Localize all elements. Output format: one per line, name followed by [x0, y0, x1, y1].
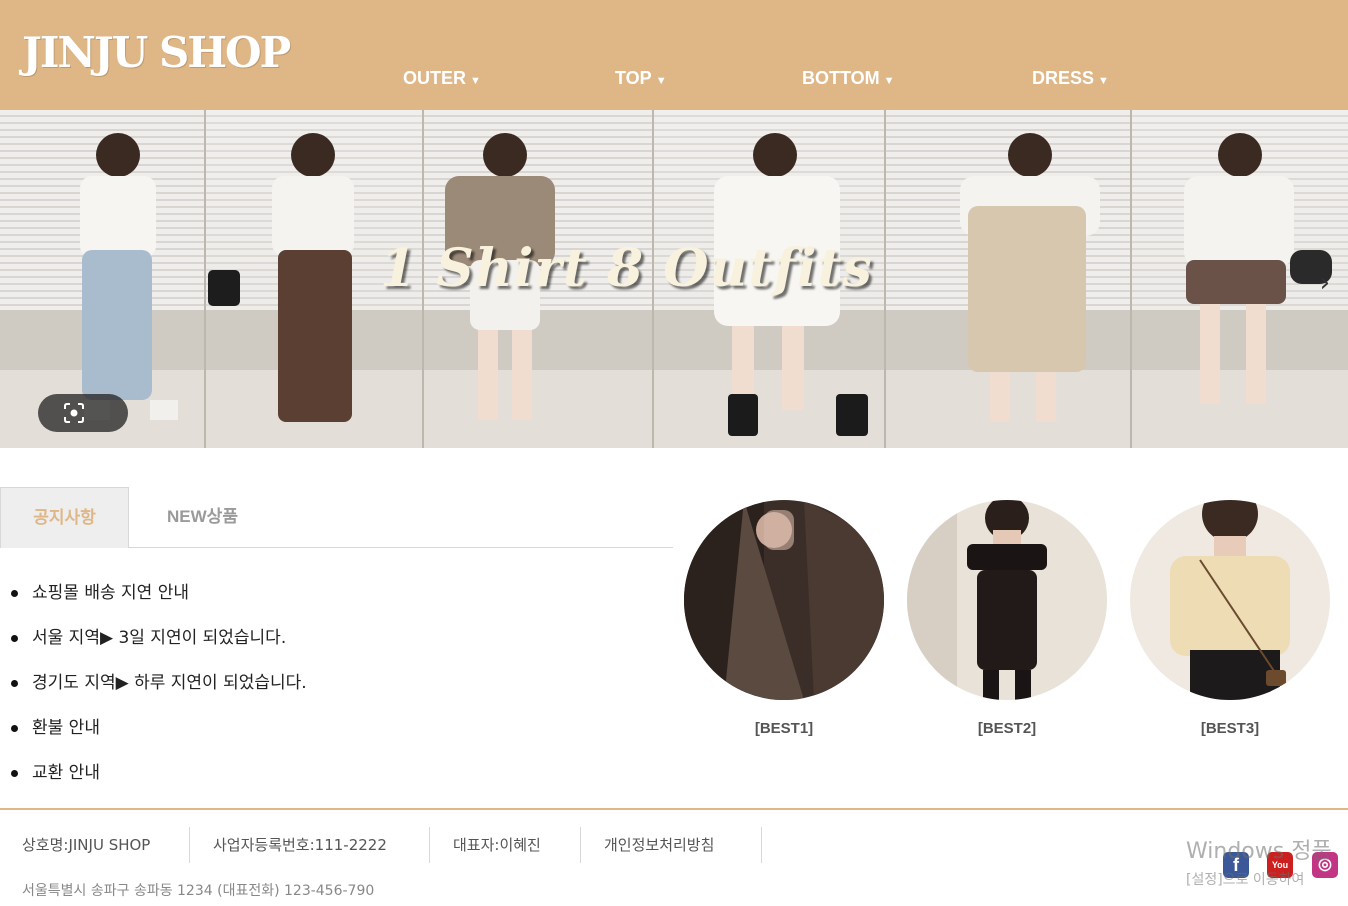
next-slide-button[interactable]: › — [1320, 268, 1330, 298]
notice-item[interactable]: 경기도 지역▶ 하루 지연이 되었습니다. — [0, 665, 307, 710]
facebook-icon[interactable]: f — [1223, 852, 1249, 878]
notice-item[interactable]: 서울 지역▶ 3일 지연이 되었습니다. — [0, 620, 307, 665]
best-product-3[interactable]: [BEST3] — [1130, 500, 1330, 737]
notice-item[interactable]: 교환 안내 — [0, 755, 307, 800]
footer-ceo: 대표자:이혜진 — [453, 836, 541, 854]
instagram-icon[interactable]: ◎ — [1312, 852, 1338, 878]
footer-divider — [580, 827, 581, 863]
footer-privacy-link[interactable]: 개인정보처리방침 — [604, 827, 714, 863]
notice-list: 쇼핑몰 배송 지연 안내 서울 지역▶ 3일 지연이 되었습니다. 경기도 지역… — [0, 575, 307, 800]
notice-tabs: 공지사항 NEW상품 — [0, 487, 673, 548]
site-header: JINJU SHOP OUTER ▼ TOP ▼ BOTTOM ▼ DRESS ▼ — [0, 0, 1348, 110]
best-product-1[interactable]: [BEST1] — [684, 500, 884, 737]
caret-down-icon: ▼ — [470, 75, 481, 87]
footer-divider — [189, 827, 190, 863]
tab-new-products[interactable]: NEW상품 — [140, 487, 265, 548]
nav-top-label: TOP — [615, 68, 652, 88]
nav-bottom[interactable]: BOTTOM ▼ — [802, 68, 895, 89]
facebook-glyph: f — [1233, 855, 1239, 875]
footer-company: 상호명:JINJU SHOP — [22, 836, 151, 854]
best-product-image — [684, 500, 884, 700]
footer-divider — [761, 827, 762, 863]
nav-top[interactable]: TOP ▼ — [615, 68, 667, 89]
caret-down-icon: ▼ — [1098, 75, 1109, 87]
image-search-button[interactable] — [38, 394, 128, 432]
nav-dress-label: DRESS — [1032, 68, 1095, 88]
nav-outer-label: OUTER — [403, 68, 466, 88]
site-logo[interactable]: JINJU SHOP — [22, 28, 291, 77]
youtube-glyph: You — [1271, 860, 1289, 870]
best-product-caption: [BEST1] — [754, 720, 814, 737]
lens-scan-icon — [64, 403, 84, 423]
hero-banner[interactable]: 1 Shirt 8 Outfits › — [0, 110, 1348, 448]
caret-down-icon: ▼ — [883, 75, 895, 87]
site-footer: 상호명:JINJU SHOP 사업자등록번호:111-2222 대표자:이혜진 … — [0, 808, 1348, 906]
best-product-2[interactable]: [BEST2] — [907, 500, 1107, 737]
youtube-icon[interactable]: You — [1267, 852, 1293, 878]
hero-title: 1 Shirt 8 Outfits — [380, 238, 873, 299]
footer-business-number: 사업자등록번호:111-2222 — [213, 836, 387, 854]
nav-outer[interactable]: OUTER ▼ — [403, 68, 481, 89]
best-product-image — [1130, 500, 1330, 700]
footer-address: 서울특별시 송파구 송파동 1234 (대표전화) 123-456-790 — [22, 883, 375, 899]
tab-notice[interactable]: 공지사항 — [0, 487, 129, 548]
notice-item[interactable]: 쇼핑몰 배송 지연 안내 — [0, 575, 307, 620]
nav-bottom-label: BOTTOM — [802, 68, 880, 88]
best-product-caption: [BEST2] — [977, 720, 1037, 737]
notice-item[interactable]: 환불 안내 — [0, 710, 307, 755]
best-product-image — [907, 500, 1107, 700]
nav-dress[interactable]: DRESS ▼ — [1032, 68, 1109, 89]
best-product-caption: [BEST3] — [1200, 720, 1260, 737]
footer-divider — [429, 827, 430, 863]
caret-down-icon: ▼ — [655, 75, 667, 87]
instagram-glyph: ◎ — [1318, 856, 1332, 873]
